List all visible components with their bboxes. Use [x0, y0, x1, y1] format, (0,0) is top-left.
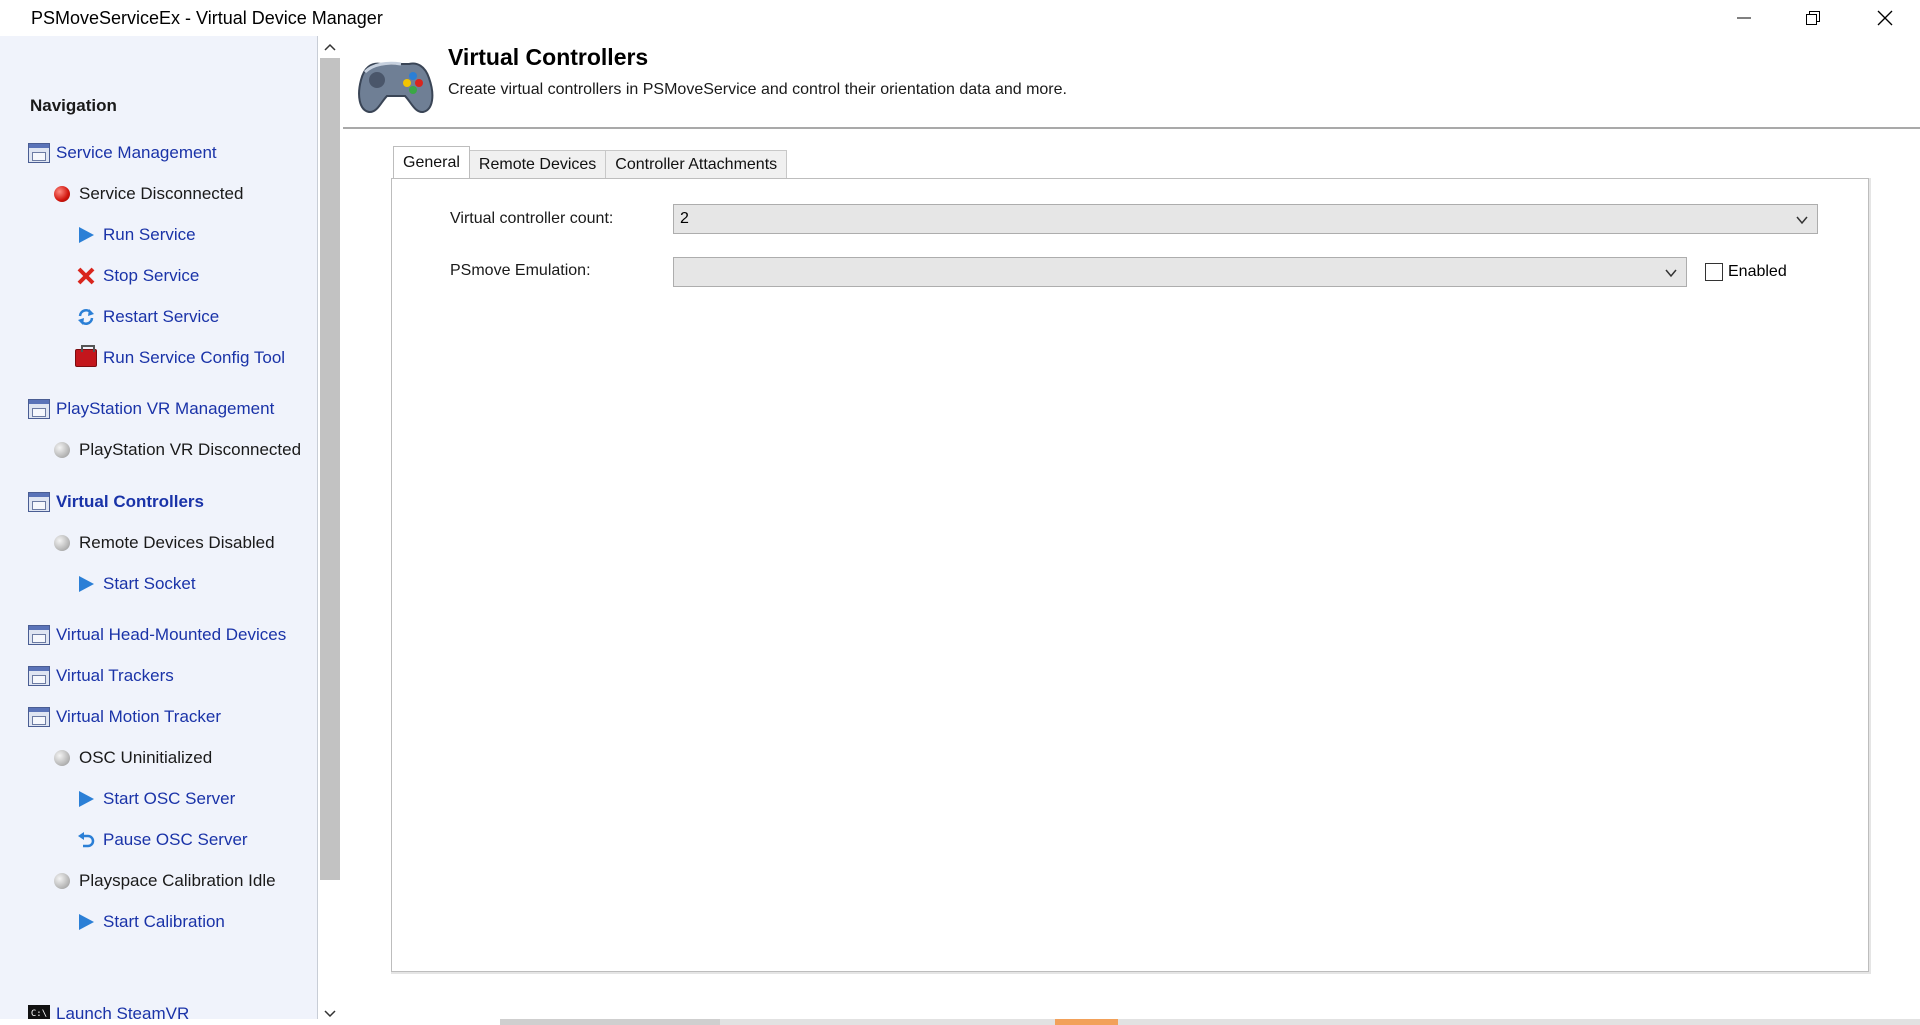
scroll-up-button[interactable]	[318, 36, 342, 58]
controller-count-value: 2	[680, 210, 689, 227]
enabled-checkbox-control[interactable]: Enabled	[1705, 263, 1787, 281]
tab-general[interactable]: General	[393, 146, 470, 178]
page-subtitle: Create virtual controllers in PSMoveServ…	[448, 81, 1067, 98]
link-label: Run Service Config Tool	[103, 348, 286, 367]
red-status-dot-icon	[54, 186, 70, 202]
status-label: PlayStation VR Disconnected	[79, 440, 302, 459]
close-button[interactable]	[1850, 0, 1920, 36]
title-bar: PSMoveServiceEx - Virtual Device Manager	[0, 0, 1920, 36]
enabled-label: Enabled	[1728, 263, 1787, 280]
nav-playstation-vr-management[interactable]: PlayStation VR Management	[28, 399, 274, 419]
status-label: Remote Devices Disabled	[79, 533, 275, 552]
page-title: Virtual Controllers	[448, 44, 649, 70]
page-header: Virtual Controllers Create virtual contr…	[343, 36, 1920, 129]
chevron-down-icon	[324, 1010, 336, 1018]
psmove-emulation-dropdown[interactable]	[673, 257, 1687, 287]
run-service-config-tool-link[interactable]: Run Service Config Tool	[75, 345, 286, 368]
play-icon	[79, 576, 94, 592]
controller-count-dropdown[interactable]: 2	[673, 204, 1818, 234]
nav-label: Virtual Motion Tracker	[56, 707, 222, 726]
nav-label: Virtual Controllers	[56, 492, 204, 511]
bottom-strip	[0, 1019, 1920, 1025]
status-remote-devices-disabled: Remote Devices Disabled	[51, 533, 275, 553]
undo-icon	[78, 832, 95, 848]
sidebar-scrollbar[interactable]	[318, 36, 342, 1025]
tab-remote-devices[interactable]: Remote Devices	[468, 150, 607, 178]
minimize-icon	[1737, 17, 1751, 19]
status-playstation-vr-disconnected: PlayStation VR Disconnected	[51, 440, 301, 460]
status-label: OSC Uninitialized	[79, 748, 213, 767]
computer-icon	[28, 666, 50, 686]
stop-x-icon	[77, 267, 95, 285]
gamepad-icon	[358, 61, 434, 114]
play-icon	[79, 914, 94, 930]
link-label: Start Calibration	[103, 912, 225, 931]
computer-icon	[28, 707, 50, 727]
tab-controller-attachments[interactable]: Controller Attachments	[605, 150, 788, 178]
tab-strip: General Remote Devices Controller Attach…	[393, 146, 788, 178]
grey-status-dot-icon	[54, 750, 70, 766]
restart-service-link[interactable]: Restart Service	[75, 307, 219, 327]
nav-virtual-head-mounted-devices[interactable]: Virtual Head-Mounted Devices	[28, 625, 286, 645]
nav-label: Virtual Head-Mounted Devices	[56, 625, 287, 644]
strip-segment	[0, 1019, 500, 1025]
restore-icon	[1806, 11, 1820, 25]
status-label: Service Disconnected	[79, 184, 244, 203]
stop-service-link[interactable]: Stop Service	[75, 266, 199, 286]
link-label: Restart Service	[103, 307, 220, 326]
status-playspace-calibration-idle: Playspace Calibration Idle	[51, 871, 276, 891]
play-icon	[79, 227, 94, 243]
nav-label: PlayStation VR Management	[56, 399, 275, 418]
link-label: Pause OSC Server	[103, 830, 248, 849]
start-socket-link[interactable]: Start Socket	[75, 574, 196, 594]
enabled-checkbox[interactable]	[1705, 263, 1723, 281]
link-label: Start OSC Server	[103, 789, 236, 808]
link-label: Start Socket	[103, 574, 196, 593]
computer-icon	[28, 625, 50, 645]
toolbox-icon	[75, 345, 97, 367]
psmove-emulation-label: PSmove Emulation:	[450, 262, 591, 279]
minimize-button[interactable]	[1709, 0, 1779, 36]
strip-segment	[500, 1019, 720, 1025]
nav-virtual-motion-tracker[interactable]: Virtual Motion Tracker	[28, 707, 221, 727]
navigation-heading: Navigation	[30, 96, 117, 115]
grey-status-dot-icon	[54, 535, 70, 551]
computer-icon	[28, 399, 50, 419]
chevron-down-icon	[1665, 269, 1677, 278]
status-service-disconnected: Service Disconnected	[51, 184, 243, 204]
grey-status-dot-icon	[54, 873, 70, 889]
link-label: Stop Service	[103, 266, 200, 285]
controller-count-label: Virtual controller count:	[450, 210, 614, 227]
computer-icon	[28, 492, 50, 512]
nav-virtual-trackers[interactable]: Virtual Trackers	[28, 666, 174, 686]
start-osc-server-link[interactable]: Start OSC Server	[75, 789, 235, 809]
scroll-thumb[interactable]	[320, 58, 340, 880]
nav-label: Service Management	[56, 143, 217, 162]
computer-icon	[28, 143, 50, 163]
navigation-sidebar: Navigation Service Management Service Di…	[0, 36, 318, 1025]
restore-button[interactable]	[1778, 0, 1848, 36]
chevron-down-icon	[1796, 216, 1808, 225]
general-tab-panel	[391, 178, 1869, 972]
nav-virtual-controllers[interactable]: Virtual Controllers	[28, 492, 204, 512]
run-service-link[interactable]: Run Service	[75, 225, 196, 245]
status-osc-uninitialized: OSC Uninitialized	[51, 748, 212, 768]
strip-segment	[1055, 1019, 1118, 1025]
status-label: Playspace Calibration Idle	[79, 871, 276, 890]
refresh-icon	[78, 309, 94, 325]
window-title: PSMoveServiceEx - Virtual Device Manager	[31, 8, 383, 28]
nav-service-management[interactable]: Service Management	[28, 143, 217, 163]
grey-status-dot-icon	[54, 442, 70, 458]
chevron-up-icon	[324, 43, 336, 51]
close-icon	[1877, 10, 1893, 26]
nav-label: Virtual Trackers	[56, 666, 174, 685]
start-calibration-link[interactable]: Start Calibration	[75, 912, 225, 932]
link-label: Run Service	[103, 225, 196, 244]
play-icon	[79, 791, 94, 807]
pause-osc-server-link[interactable]: Pause OSC Server	[75, 830, 248, 850]
